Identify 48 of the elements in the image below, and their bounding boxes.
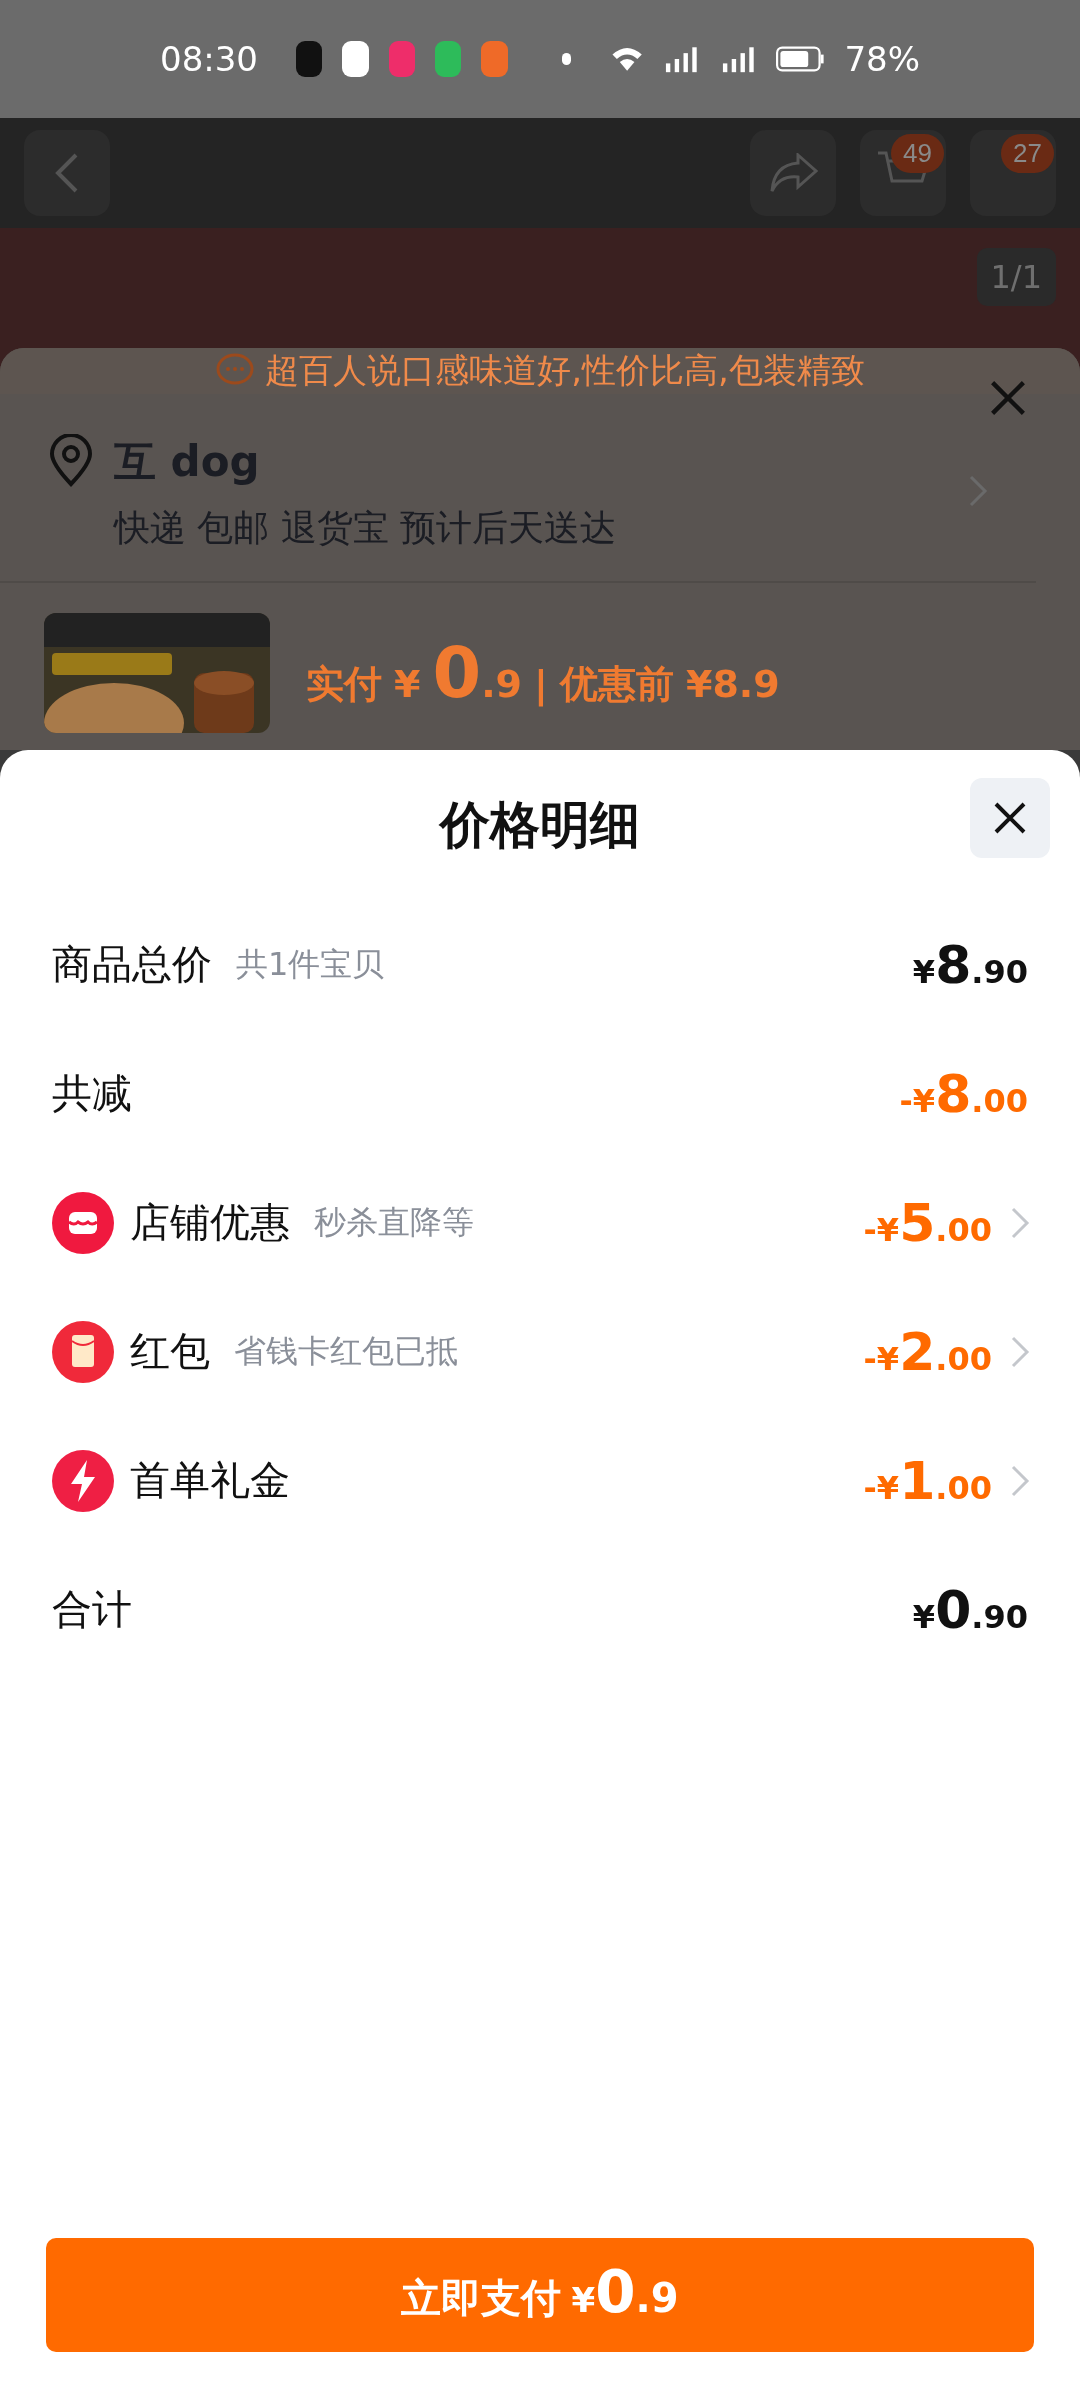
cart-badge: 49 bbox=[891, 134, 944, 173]
message-button[interactable]: 27 bbox=[970, 130, 1056, 216]
battery-percentage: 78% bbox=[844, 39, 921, 79]
status-time: 08:30 bbox=[160, 39, 258, 79]
row-label: 商品总价 bbox=[52, 940, 212, 989]
app-notification-icon bbox=[388, 41, 416, 77]
row-label: 首单礼金 bbox=[130, 1456, 290, 1505]
row-label: 共减 bbox=[52, 1069, 132, 1118]
delivery-info: 快递 包邮 退货宝 预计后天送达 bbox=[114, 506, 618, 550]
message-badge: 27 bbox=[1001, 134, 1054, 173]
pay-now-button[interactable]: 立即支付 ¥0.9 bbox=[46, 2238, 1034, 2352]
location-icon bbox=[48, 434, 94, 488]
row-note: 共1件宝贝 bbox=[236, 943, 385, 985]
amount: ¥0.90 bbox=[912, 1579, 1028, 1640]
amount: -¥2.00 bbox=[863, 1321, 992, 1382]
address-name: 互 dog bbox=[114, 436, 261, 488]
amount: -¥1.00 bbox=[863, 1450, 992, 1511]
row-label: 红包 bbox=[130, 1327, 210, 1376]
row-label: 店铺优惠 bbox=[130, 1198, 290, 1247]
app-notification-icon bbox=[342, 41, 369, 77]
lightning-icon bbox=[52, 1449, 114, 1512]
cart-button[interactable]: 49 bbox=[860, 130, 946, 216]
row-note: 秒杀直降等 bbox=[314, 1201, 474, 1243]
app-notification-icon bbox=[296, 41, 323, 77]
paid-label: 实付 bbox=[306, 661, 382, 708]
app-notification-icon bbox=[481, 41, 508, 77]
share-icon bbox=[768, 153, 818, 193]
more-notifications-icon bbox=[561, 53, 571, 65]
chevron-right-icon bbox=[968, 474, 988, 508]
back-button[interactable] bbox=[24, 130, 110, 216]
envelope-icon bbox=[52, 1320, 114, 1383]
share-button[interactable] bbox=[750, 130, 836, 216]
currency-sign: ¥ bbox=[394, 662, 421, 706]
sheet-title: 价格明细 bbox=[440, 794, 640, 856]
paid-amount: 0.9 bbox=[432, 632, 523, 714]
separator: | bbox=[534, 662, 548, 706]
original-price-label: 优惠前 bbox=[559, 661, 674, 708]
app-notification-icon bbox=[435, 41, 462, 77]
row-note: 省钱卡红包已抵 bbox=[234, 1330, 458, 1372]
amount: -¥5.00 bbox=[863, 1192, 992, 1253]
amount: -¥8.00 bbox=[899, 1063, 1028, 1124]
row-label: 合计 bbox=[52, 1585, 132, 1634]
amount: ¥8.90 bbox=[912, 934, 1028, 995]
image-counter: 1/1 bbox=[976, 248, 1056, 306]
review-banner-text: 超百人说口感味道好,性价比高,包装精致 bbox=[265, 349, 865, 392]
close-button[interactable] bbox=[970, 778, 1050, 858]
store-icon bbox=[52, 1191, 114, 1254]
original-price: ¥8.9 bbox=[685, 662, 780, 706]
